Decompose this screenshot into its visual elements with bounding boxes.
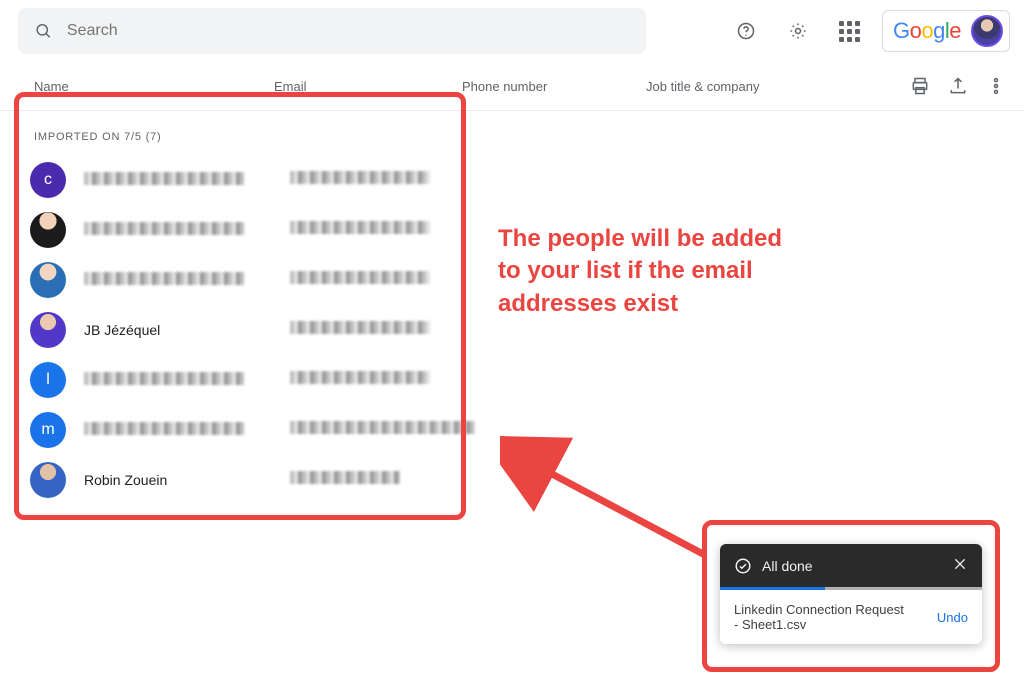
column-name: Name [34,79,274,94]
close-icon [952,556,968,572]
contact-email [290,171,470,189]
annotation-line: addresses exist [498,288,782,320]
column-job: Job title & company [646,79,910,94]
contact-email [290,421,470,439]
toast: All done Linkedin Connection Request - S… [720,544,982,644]
contact-name: JB Jézéquel [84,322,272,338]
avatar: l [30,362,66,398]
print-icon [910,76,930,96]
annotation-line: to your list if the email [498,255,782,287]
avatar: m [30,412,66,448]
avatar [30,212,66,248]
search-icon [34,21,53,41]
gear-icon [788,21,808,41]
export-icon [948,76,968,96]
apps-button[interactable] [830,11,870,51]
contact-email [290,271,470,289]
help-button[interactable] [726,11,766,51]
column-actions [910,76,1006,96]
contact-email [290,471,470,489]
toast-header: All done [720,544,982,587]
toast-body: Linkedin Connection Request - Sheet1.csv… [720,590,982,644]
contact-name [84,422,272,438]
help-icon [736,21,756,41]
apps-icon [839,21,860,42]
settings-button[interactable] [778,11,818,51]
contact-row[interactable]: m [30,405,1024,455]
contact-name [84,272,272,288]
app-header: Google [0,0,1024,62]
contact-name: Robin Zouein [84,472,272,488]
avatar [30,262,66,298]
google-logo: Google [893,18,961,44]
contact-row[interactable]: l [30,355,1024,405]
contact-row[interactable]: c [30,155,1024,205]
contact-name [84,372,272,388]
contact-name [84,172,272,188]
contact-email [290,321,470,339]
avatar [30,312,66,348]
export-button[interactable] [948,76,968,96]
contact-email [290,371,470,389]
account-avatar[interactable] [971,15,1003,47]
contact-list: c JB Jézéquel l m Robin Zouein [0,155,1024,505]
toast-filename: Linkedin Connection Request - Sheet1.csv [734,602,904,632]
check-circle-icon [734,557,752,575]
more-button[interactable] [986,76,1006,96]
search-box[interactable] [18,8,646,54]
annotation-line: The people will be added [498,223,782,255]
print-button[interactable] [910,76,930,96]
contact-row[interactable]: Robin Zouein [30,455,1024,505]
search-input[interactable] [67,22,646,40]
column-email: Email [274,79,462,94]
contact-name [84,222,272,238]
more-vert-icon [986,76,1006,96]
column-headers: Name Email Phone number Job title & comp… [0,62,1024,111]
toast-undo-button[interactable]: Undo [937,610,968,625]
avatar [30,462,66,498]
avatar: c [30,162,66,198]
toast-status: All done [762,558,813,574]
account-switcher[interactable]: Google [882,10,1010,52]
column-phone: Phone number [462,79,646,94]
annotation-text: The people will be added to your list if… [498,223,782,320]
toast-close-button[interactable] [952,556,968,575]
contact-email [290,221,470,239]
section-title: IMPORTED ON 7/5 (7) [0,111,1024,155]
